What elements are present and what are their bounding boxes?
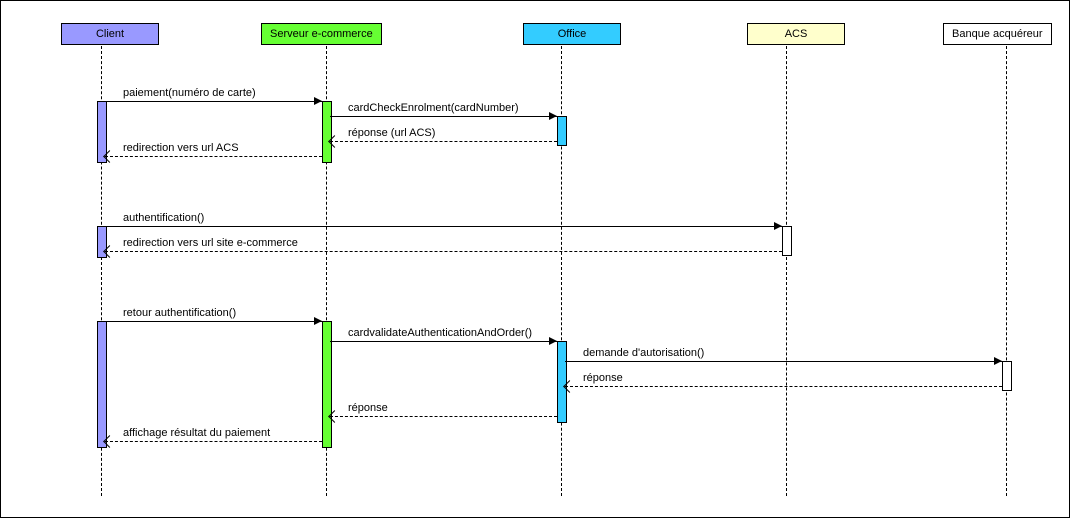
message-label-8: demande d'autorisation()	[581, 347, 706, 359]
message-line-7	[330, 341, 557, 342]
message-label-4: authentification()	[121, 212, 206, 224]
arrow-4	[774, 222, 782, 230]
message-label-9: réponse	[581, 372, 625, 384]
message-label-1: cardCheckEnrolment(cardNumber)	[346, 102, 521, 114]
lifeline-4	[1006, 46, 1007, 496]
message-line-1	[330, 116, 557, 117]
message-line-10	[330, 416, 557, 417]
lifeline-3	[786, 46, 787, 496]
message-line-8	[565, 361, 1002, 362]
participant-0: Client	[61, 23, 159, 45]
message-line-9	[565, 386, 1002, 387]
message-line-2	[330, 141, 557, 142]
message-label-10: réponse	[346, 402, 390, 414]
message-label-6: retour authentification()	[121, 307, 238, 319]
participant-4: Banque acquéreur	[943, 23, 1052, 45]
arrow-8	[994, 357, 1002, 365]
activation-8	[1002, 361, 1012, 391]
participant-2: Office	[523, 23, 621, 45]
participant-1: Serveur e-commerce	[261, 23, 382, 45]
arrow-7	[549, 337, 557, 345]
arrow-0	[314, 97, 322, 105]
activation-5	[97, 321, 107, 448]
message-line-3	[105, 156, 322, 157]
message-label-7: cardvalidateAuthenticationAndOrder()	[346, 327, 534, 339]
message-line-11	[105, 441, 322, 442]
message-line-6	[105, 321, 322, 322]
message-label-3: redirection vers url ACS	[121, 142, 241, 154]
activation-1	[322, 101, 332, 163]
message-label-11: affichage résultat du paiement	[121, 427, 272, 439]
arrow-6	[314, 317, 322, 325]
activation-7	[557, 341, 567, 423]
message-line-5	[105, 251, 782, 252]
message-label-2: réponse (url ACS)	[346, 127, 437, 139]
sequence-diagram: { "participants": [ {"name":"Client","x"…	[0, 0, 1070, 518]
message-line-0	[105, 101, 322, 102]
activation-2	[557, 116, 567, 146]
message-line-4	[105, 226, 782, 227]
arrow-1	[549, 112, 557, 120]
message-label-0: paiement(numéro de carte)	[121, 87, 258, 99]
participant-3: ACS	[747, 23, 845, 45]
activation-4	[782, 226, 792, 256]
message-label-5: redirection vers url site e-commerce	[121, 237, 300, 249]
lifeline-2	[561, 46, 562, 496]
